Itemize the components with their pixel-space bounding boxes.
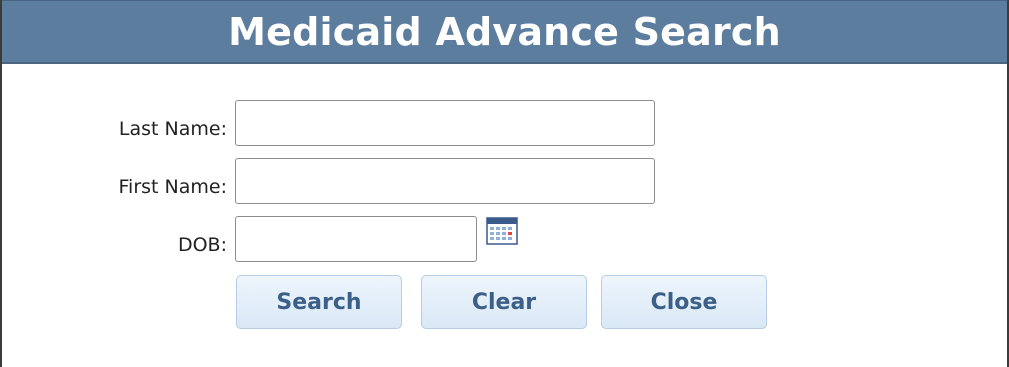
calendar-icon[interactable] — [486, 215, 518, 245]
dob-input[interactable] — [235, 216, 477, 262]
search-button[interactable]: Search — [236, 275, 402, 329]
last-name-input[interactable] — [235, 100, 655, 146]
clear-button[interactable]: Clear — [421, 275, 587, 329]
close-button[interactable]: Close — [601, 275, 767, 329]
first-name-label: First Name: — [118, 176, 227, 198]
last-name-label: Last Name: — [118, 118, 227, 140]
first-name-input[interactable] — [235, 158, 655, 204]
dialog-titlebar: Medicaid Advance Search — [2, 0, 1007, 64]
medicaid-search-dialog: Medicaid Advance Search Last Name: First… — [0, 0, 1009, 367]
dialog-title: Medicaid Advance Search — [228, 9, 781, 54]
dob-label: DOB: — [177, 234, 227, 256]
